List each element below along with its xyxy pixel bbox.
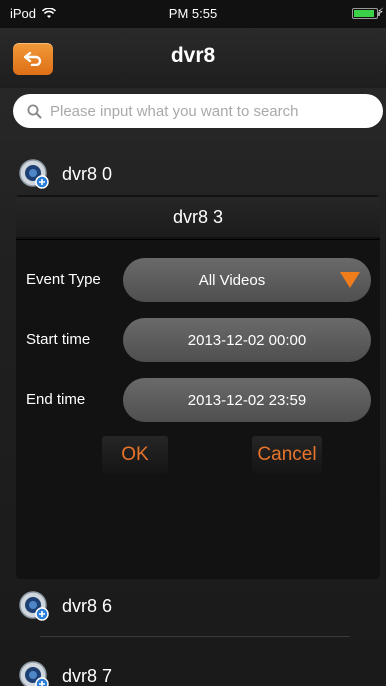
camera-icon bbox=[19, 591, 49, 621]
event-type-value: All Videos bbox=[198, 271, 266, 289]
list-item[interactable]: dvr8 7 bbox=[0, 656, 386, 686]
row-divider bbox=[40, 636, 350, 637]
screen: iPod PM 5:55 ⚡ dvr8 Please input what yo… bbox=[0, 0, 386, 686]
navigation-bar: dvr8 bbox=[0, 28, 386, 88]
event-type-label: Event Type bbox=[26, 271, 101, 288]
page-title: dvr8 bbox=[170, 44, 216, 67]
list-item[interactable]: dvr8 6 bbox=[0, 586, 386, 626]
status-time: PM 5:55 bbox=[168, 6, 218, 21]
charging-icon: ⚡ bbox=[376, 7, 384, 18]
search-bar[interactable] bbox=[13, 94, 383, 128]
cancel-button[interactable]: Cancel bbox=[252, 436, 322, 474]
ok-button[interactable]: OK bbox=[102, 436, 168, 474]
list-item[interactable]: dvr8 0 bbox=[0, 154, 386, 194]
camera-icon bbox=[19, 661, 49, 686]
dropdown-triangle-icon bbox=[340, 272, 360, 288]
end-time-value: 2013-12-02 23:59 bbox=[187, 391, 307, 409]
start-time-field[interactable]: 2013-12-02 00:00 bbox=[123, 318, 371, 362]
event-type-select[interactable]: All Videos bbox=[123, 258, 371, 302]
camera-icon bbox=[19, 159, 49, 189]
search-icon bbox=[27, 104, 42, 118]
end-time-label: End time bbox=[26, 391, 86, 408]
status-bar: iPod PM 5:55 ⚡ bbox=[0, 0, 386, 28]
dialog-title: dvr8 3 bbox=[16, 197, 380, 237]
device-name: dvr8 7 bbox=[62, 665, 113, 686]
end-time-field[interactable]: 2013-12-02 23:59 bbox=[123, 378, 371, 422]
start-time-value: 2013-12-02 00:00 bbox=[187, 331, 307, 349]
device-name: dvr8 0 bbox=[62, 163, 113, 184]
dialog-divider bbox=[16, 239, 380, 240]
search-dialog: dvr8 3 Event Type All Videos Start time … bbox=[16, 195, 380, 579]
device-name: dvr8 6 bbox=[62, 595, 113, 616]
battery-icon bbox=[352, 8, 380, 19]
search-input[interactable] bbox=[50, 102, 350, 120]
start-time-label: Start time bbox=[26, 331, 91, 348]
